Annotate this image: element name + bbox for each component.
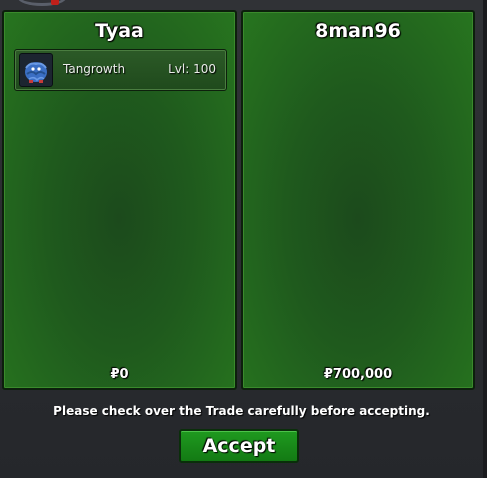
offered-pokemon-slot[interactable]: Tangrowth Lvl: 100	[14, 49, 227, 91]
accept-button[interactable]: Accept	[179, 429, 299, 463]
right-trader-name: 8man96	[315, 20, 401, 42]
right-trader-money: ₽700,000	[323, 367, 393, 382]
right-trader-panel: 8man96 ₽700,000	[241, 10, 475, 390]
trade-notice: Please check over the Trade carefully be…	[53, 404, 430, 418]
left-trader-money: ₽0	[110, 367, 129, 382]
offered-pokemon-name: Tangrowth	[63, 62, 126, 76]
window-corner-decoration	[18, 0, 66, 6]
left-trader-panel: Tyaa Tangrowth Lvl: 100 ₽0	[2, 10, 237, 390]
trade-window: Tyaa Tangrowth Lvl: 100 ₽0 8man96 ₽700,0…	[0, 0, 487, 478]
left-trader-name: Tyaa	[95, 20, 144, 42]
offered-pokemon-level: Lvl: 100	[168, 62, 216, 76]
tangrowth-sprite-icon	[19, 53, 53, 87]
